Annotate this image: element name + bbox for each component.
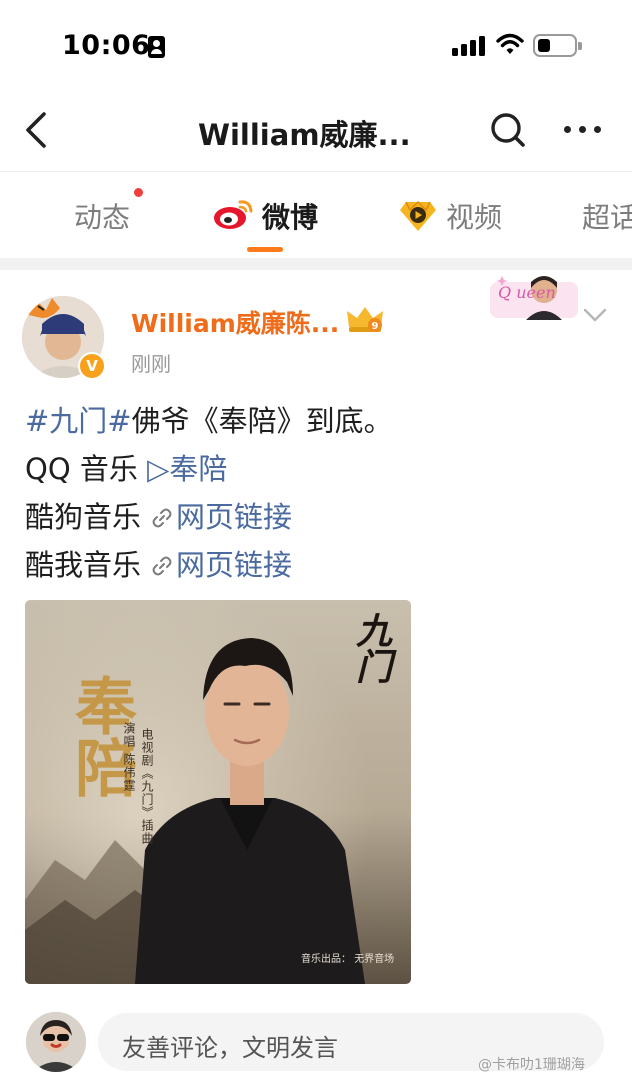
kugou-music-link[interactable]: 网页链接	[176, 500, 292, 534]
kugou-music-label: 酷狗音乐	[25, 500, 142, 534]
album-logo: 九门	[350, 612, 392, 684]
tab-bar: 动态 微博 视频 超话	[0, 172, 632, 258]
album-singer: 演唱 陈伟霆	[122, 722, 136, 792]
kuwo-music-link[interactable]: 网页链接	[176, 548, 292, 582]
more-icon[interactable]	[564, 126, 602, 136]
wifi-icon	[496, 33, 524, 54]
kuwo-music-line: 酷我音乐 网页链接	[25, 542, 292, 584]
video-icon	[400, 200, 436, 231]
watermark: @卡布叻1珊瑚海	[478, 1057, 585, 1073]
tab-dongtai[interactable]: 动态	[74, 196, 130, 236]
link-icon	[152, 556, 172, 576]
comment-placeholder: 友善评论，文明发言	[122, 1034, 338, 1062]
album-credit-label: 音乐出品：	[301, 954, 351, 965]
weibo-icon	[214, 200, 253, 229]
qq-music-link-text: 奉陪	[169, 452, 228, 486]
play-icon: ▷	[147, 452, 170, 486]
link-icon	[152, 508, 172, 528]
user-avatar[interactable]	[26, 1012, 86, 1072]
vip-level: 9	[372, 321, 379, 332]
post-text: #九门#佛爷《奉陪》到底。	[25, 398, 393, 440]
tab-weibo[interactable]: 微博	[262, 196, 318, 236]
album-subtitle: 电视剧《九门》插曲	[140, 728, 154, 845]
album-credit-brand: 无界音场	[354, 954, 395, 965]
id-card-icon	[148, 36, 165, 58]
signal-icon	[452, 36, 486, 56]
verified-badge: V	[78, 352, 106, 380]
status-bar: 10:06	[0, 0, 632, 92]
fan-sticker: Q ueen	[490, 276, 578, 320]
qq-music-line: QQ 音乐 ▷奉陪	[25, 446, 227, 488]
status-time: 10:06	[62, 30, 151, 61]
kugou-music-line: 酷狗音乐 网页链接	[25, 494, 292, 536]
post-sentence: 佛爷《奉陪》到底。	[131, 404, 393, 438]
qq-music-link[interactable]: ▷奉陪	[147, 452, 227, 486]
kuwo-music-label: 酷我音乐	[25, 548, 142, 582]
search-icon[interactable]	[488, 110, 528, 150]
author-name[interactable]: William威廉陈...	[131, 304, 339, 340]
section-divider	[0, 258, 632, 270]
back-icon[interactable]	[18, 108, 58, 152]
album-credit: 音乐出品： 无界音场	[301, 950, 394, 965]
vip-crown-icon: 9	[347, 307, 383, 332]
chevron-down-icon[interactable]	[582, 306, 608, 324]
active-tab-indicator	[247, 247, 283, 252]
battery-icon	[533, 34, 582, 57]
notification-dot	[134, 188, 143, 197]
album-cover-image[interactable]: 奉陪 电视剧《九门》插曲 演唱 陈伟霆 九门 音乐出品： 无界音场	[25, 600, 411, 984]
post-time: 刚刚	[131, 352, 171, 376]
sticker-text: Q ueen	[498, 283, 556, 302]
tab-video[interactable]: 视频	[446, 196, 502, 236]
hashtag-link[interactable]: #九门#	[25, 404, 132, 438]
qq-music-label: QQ 音乐	[25, 452, 138, 486]
tab-chaohua[interactable]: 超话	[582, 196, 632, 236]
nav-bar: William威廉...	[0, 92, 632, 172]
page-title: William威廉...	[198, 118, 411, 152]
